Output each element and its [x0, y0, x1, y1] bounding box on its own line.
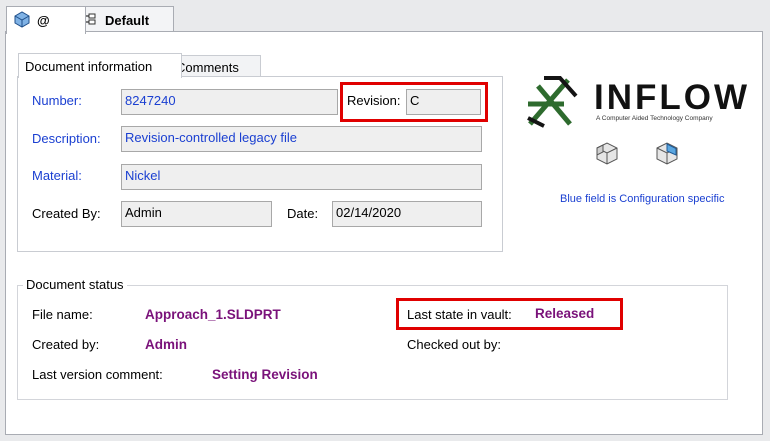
last-version-comment-value: Setting Revision — [212, 367, 318, 382]
part-cube-icon[interactable] — [593, 140, 621, 169]
number-field[interactable]: 8247240 — [121, 89, 338, 115]
last-state-label: Last state in vault: — [407, 307, 512, 322]
part-icon — [13, 10, 31, 31]
material-field[interactable]: Nickel — [121, 164, 482, 190]
last-version-comment-label: Last version comment: — [32, 367, 163, 382]
revision-field[interactable]: C — [406, 89, 481, 115]
file-name-label: File name: — [32, 307, 93, 322]
tab-default-configuration[interactable]: Default — [74, 6, 174, 33]
inflow-tagline: A Computer Aided Technology Company — [596, 115, 713, 122]
description-field[interactable]: Revision-controlled legacy file — [121, 126, 482, 152]
material-label: Material: — [32, 168, 82, 183]
tab-default-label: Default — [105, 12, 150, 28]
configuration-specific-note: Blue field is Configuration specific — [560, 193, 725, 205]
tab-comments-label: Comments — [176, 60, 239, 75]
number-label: Number: — [32, 93, 82, 108]
document-status-legend: Document status — [23, 277, 127, 292]
tab-part[interactable]: @ — [6, 6, 86, 34]
description-label: Description: — [32, 131, 101, 146]
file-name-value: Approach_1.SLDPRT — [145, 307, 281, 322]
configuration-cube-icon[interactable] — [653, 140, 681, 169]
inflow-logo: INFLOW A Computer Aided Technology Compa… — [524, 74, 756, 130]
inflow-logo-text: INFLOW — [594, 78, 751, 117]
checked-out-by-label: Checked out by: — [407, 337, 501, 352]
status-created-by-value: Admin — [145, 337, 187, 352]
revision-label: Revision: — [347, 93, 401, 108]
created-by-label: Created By: — [32, 206, 101, 221]
tab-document-information-label: Document information — [25, 58, 153, 74]
date-field[interactable]: 02/14/2020 — [332, 201, 482, 227]
status-created-by-label: Created by: — [32, 337, 100, 352]
tab-document-information[interactable]: Document information — [18, 53, 182, 78]
last-state-value: Released — [535, 306, 595, 321]
date-label: Date: — [287, 206, 319, 221]
created-by-field[interactable]: Admin — [121, 201, 272, 227]
tab-part-label: @ — [37, 13, 50, 28]
